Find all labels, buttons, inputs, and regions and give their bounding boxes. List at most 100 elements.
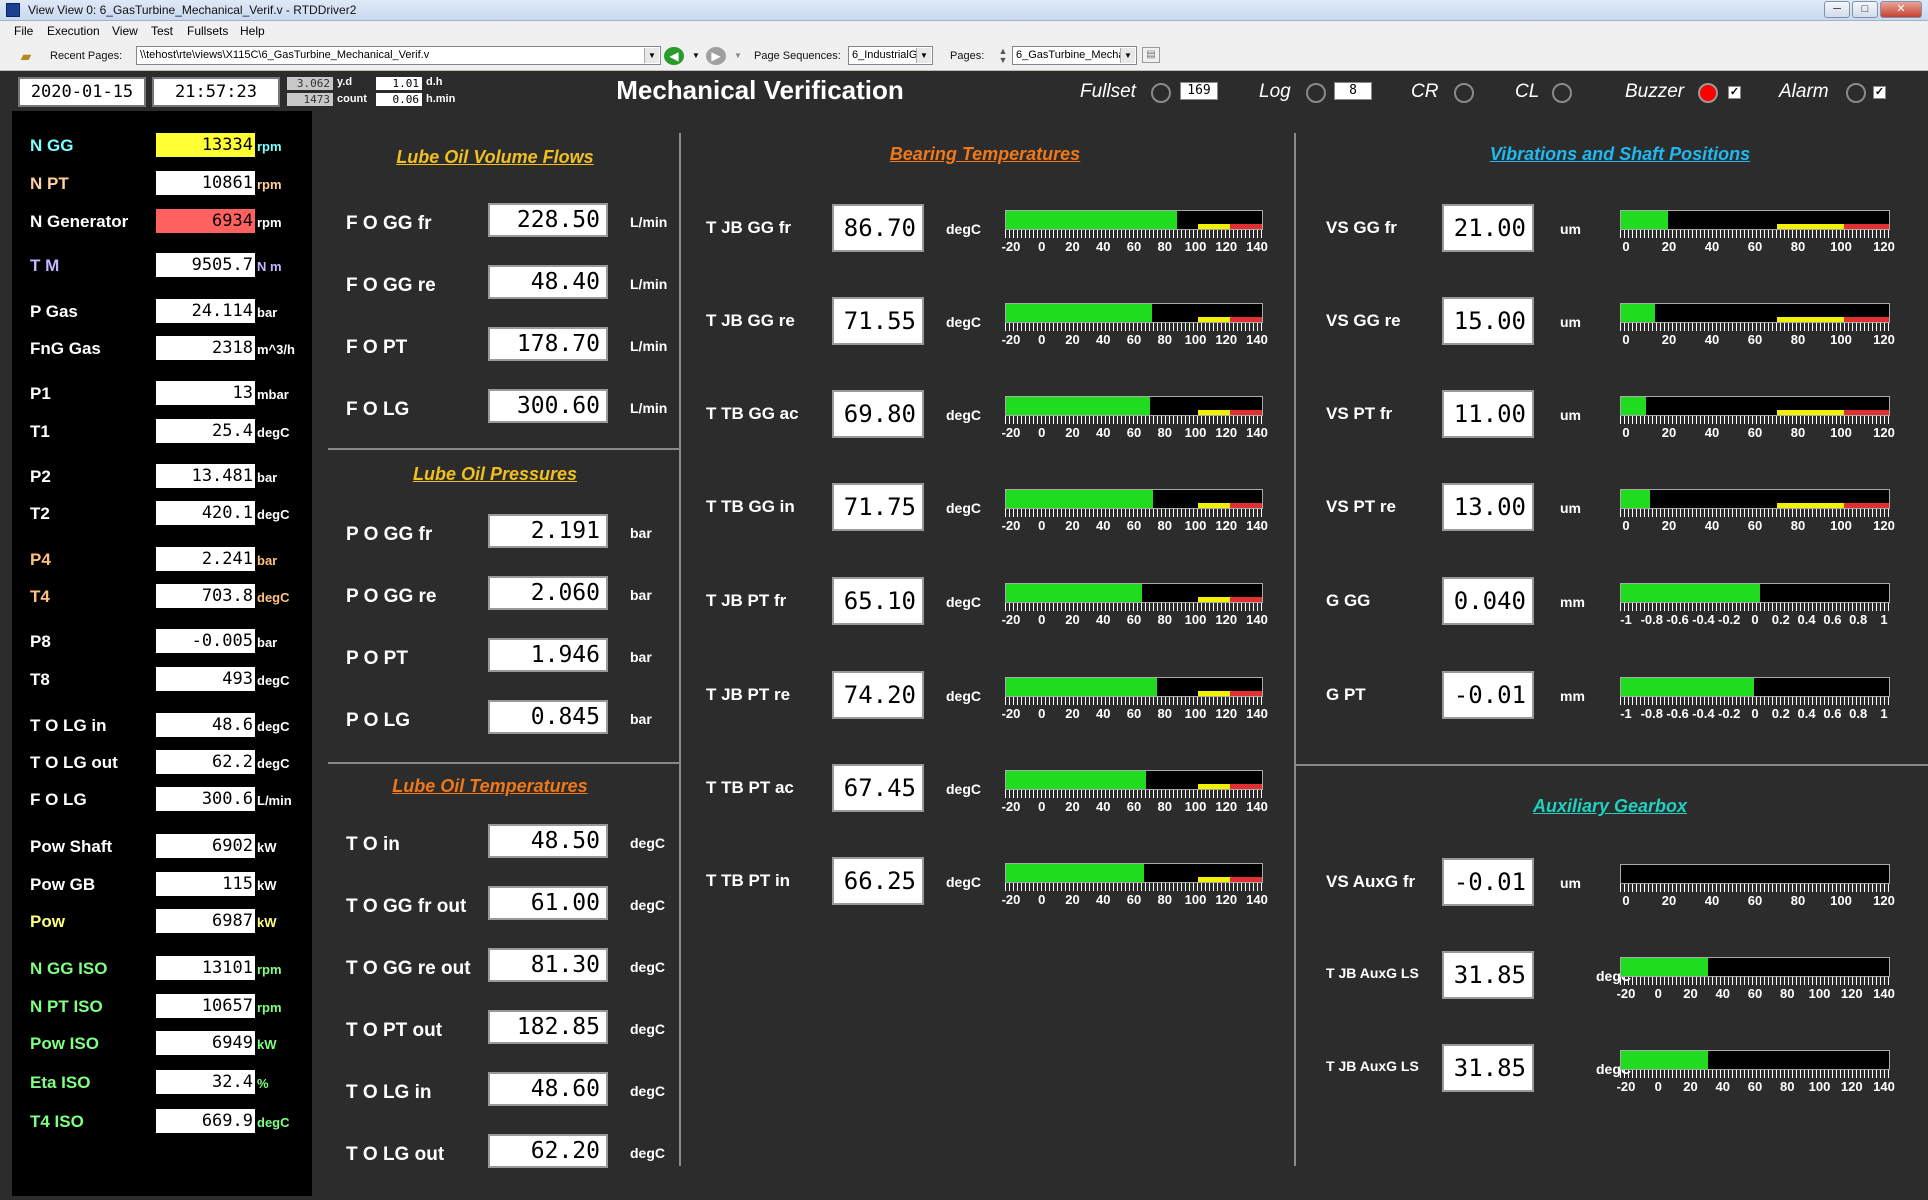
gauge-scale-label: -20 xyxy=(1001,799,1021,814)
buzzer-checkbox[interactable]: ✓ xyxy=(1728,86,1741,99)
gauge-scale-label: 0 xyxy=(1751,612,1759,627)
forward-dropdown-icon[interactable]: ▼ xyxy=(728,47,748,65)
gauge-alarm-zone xyxy=(1844,224,1889,229)
gauge-scale-label: 60 xyxy=(1126,239,1142,254)
left-row-value: 669.9 xyxy=(156,1109,255,1133)
gauge-warn-zone xyxy=(1198,317,1230,322)
gauge-scale-label: 100 xyxy=(1184,518,1207,533)
gauge-scale-label: 40 xyxy=(1096,612,1111,627)
gauge-fill xyxy=(1006,678,1157,696)
left-row-value: 13101 xyxy=(156,956,255,980)
gauge-scale-label: 20 xyxy=(1661,425,1677,440)
temps-row-label: T O PT out xyxy=(346,1020,443,1041)
page-settings-icon[interactable]: ▤ xyxy=(1142,47,1160,63)
minimize-button[interactable]: ─ xyxy=(1824,1,1850,18)
pressures-row-unit: bar xyxy=(630,649,652,665)
left-row-value: 6949 xyxy=(156,1031,255,1055)
gauge-scale-label: -20 xyxy=(1001,612,1021,627)
gauge-scale: -20 0 20 40 60 80 100 120 140 xyxy=(1001,518,1268,533)
flows-section-title: Lube Oil Volume Flows xyxy=(396,147,594,167)
left-row-15: T O LG out 62.2 degC xyxy=(12,750,312,776)
bearing-section-title: Bearing Temperatures xyxy=(889,144,1081,164)
gauge-scale-label: 0.2 xyxy=(1771,706,1790,721)
gauge-scale-label: 0 xyxy=(1622,893,1630,908)
gauge-scale-label: 0.4 xyxy=(1797,706,1816,721)
left-row-unit: kW xyxy=(257,915,277,930)
gauge-scale-label: -20 xyxy=(1001,706,1021,721)
gauge-alarm-zone xyxy=(1844,410,1889,415)
maximize-button[interactable]: □ xyxy=(1852,1,1878,18)
recent-pages-combo[interactable]: \\tehost\rte\views\X115C\6_GasTurbine_Me… xyxy=(136,46,661,65)
gauge-scale: -20 0 20 40 60 80 100 120 140 xyxy=(1617,1079,1895,1094)
main-view: 2020-01-15 21:57:23 3.062 y.d 1.01 d.h 1… xyxy=(0,71,1928,1200)
pressures-row-label: P O PT xyxy=(346,648,408,669)
left-row-7: T1 25.4 degC xyxy=(12,419,312,445)
flows-row-value: 178.70 xyxy=(488,327,608,361)
bearing-row-value: 71.75 xyxy=(832,483,924,531)
gauge-scale-label: 80 xyxy=(1790,425,1806,440)
menu-view[interactable]: View xyxy=(112,24,138,38)
gauge-scale: -1 -0.8 -0.6 -0.4 -0.2 0 0.2 0.4 0.6 0.8 1 xyxy=(1620,612,1890,627)
left-row-label: T2 xyxy=(30,504,50,523)
temps-row-value: 48.60 xyxy=(488,1072,608,1106)
close-button[interactable]: ✕ xyxy=(1880,1,1922,18)
gauge-scale-label: 20 xyxy=(1661,518,1677,533)
forward-arrow-icon[interactable]: ▶ xyxy=(706,47,726,65)
window-titlebar: View View 0: 6_GasTurbine_Mechanical_Ver… xyxy=(0,0,1928,21)
fullset-indicator[interactable] xyxy=(1151,83,1171,103)
bearing-row-label: T JB PT fr xyxy=(706,591,787,610)
vibrations-row-unit: mm xyxy=(1560,594,1585,610)
gearbox-row-value: 31.85 xyxy=(1442,951,1534,999)
left-row-value: 703.8 xyxy=(156,584,255,608)
gauge-scale-label: -20 xyxy=(1001,518,1021,533)
gauge-ticks xyxy=(1005,416,1263,424)
temps-row-value: 182.85 xyxy=(488,1010,608,1044)
vibrations-section-title: Vibrations and Shaft Positions xyxy=(1489,144,1751,164)
left-row-unit: degC xyxy=(257,673,290,688)
left-row-21: N PT ISO 10657 rpm xyxy=(12,994,312,1020)
alarm-indicator[interactable] xyxy=(1846,83,1866,103)
left-row-unit: degC xyxy=(257,590,290,605)
left-row-value: 48.6 xyxy=(156,713,255,737)
gearbox-row-label: VS AuxG fr xyxy=(1326,872,1416,891)
cl-indicator[interactable] xyxy=(1552,83,1572,103)
gauge-fill xyxy=(1621,304,1655,322)
left-row-6: P1 13 mbar xyxy=(12,381,312,407)
buzzer-indicator[interactable] xyxy=(1698,83,1718,103)
open-folder-icon[interactable]: ▰ xyxy=(16,47,36,65)
left-row-value: 32.4 xyxy=(156,1070,255,1094)
left-row-8: P2 13.481 bar xyxy=(12,464,312,490)
section-divider xyxy=(1295,764,1928,766)
gauge-scale-label: 80 xyxy=(1790,518,1806,533)
back-arrow-icon[interactable]: ◀ xyxy=(664,47,684,65)
gauge-scale-label: 0 xyxy=(1038,239,1046,254)
gauge-scale-label: 100 xyxy=(1184,425,1207,440)
left-row-label: T M xyxy=(30,256,60,275)
gauge-alarm-zone xyxy=(1844,503,1889,508)
menu-test[interactable]: Test xyxy=(151,24,173,38)
back-dropdown-icon[interactable]: ▼ xyxy=(686,47,706,65)
cr-indicator[interactable] xyxy=(1454,83,1474,103)
page-spin-icon[interactable]: ▲ ▼ xyxy=(996,47,1010,65)
alarm-checkbox[interactable]: ✓ xyxy=(1873,86,1886,99)
page-sequences-combo[interactable]: 6_IndustrialG ▼ xyxy=(848,46,933,65)
gauge-scale-label: 120 xyxy=(1873,893,1895,908)
gauge-scale-label: -20 xyxy=(1001,239,1021,254)
left-row-unit: bar xyxy=(257,635,278,650)
menu-execution[interactable]: Execution xyxy=(47,24,100,38)
gauge-scale-label: 60 xyxy=(1126,706,1142,721)
temps-row-unit: degC xyxy=(630,835,665,851)
menu-file[interactable]: File xyxy=(14,24,33,38)
left-row-value: 6987 xyxy=(156,909,255,933)
pages-combo[interactable]: 6_GasTurbine_Mecha ▼ xyxy=(1012,46,1137,65)
log-indicator[interactable] xyxy=(1306,83,1326,103)
menu-fullsets[interactable]: Fullsets xyxy=(187,24,228,38)
flows-row: F O LG 300.60 L/min xyxy=(346,389,686,431)
fullset-label: Fullset xyxy=(1080,81,1136,102)
gauge-bar xyxy=(1005,583,1263,603)
bearing-row-label: T TB PT ac xyxy=(706,778,794,797)
left-row-19: Pow 6987 kW xyxy=(12,909,312,935)
pressures-row: P O PT 1.946 bar xyxy=(346,638,686,680)
gauge-ticks xyxy=(1620,509,1890,517)
menu-help[interactable]: Help xyxy=(240,24,265,38)
